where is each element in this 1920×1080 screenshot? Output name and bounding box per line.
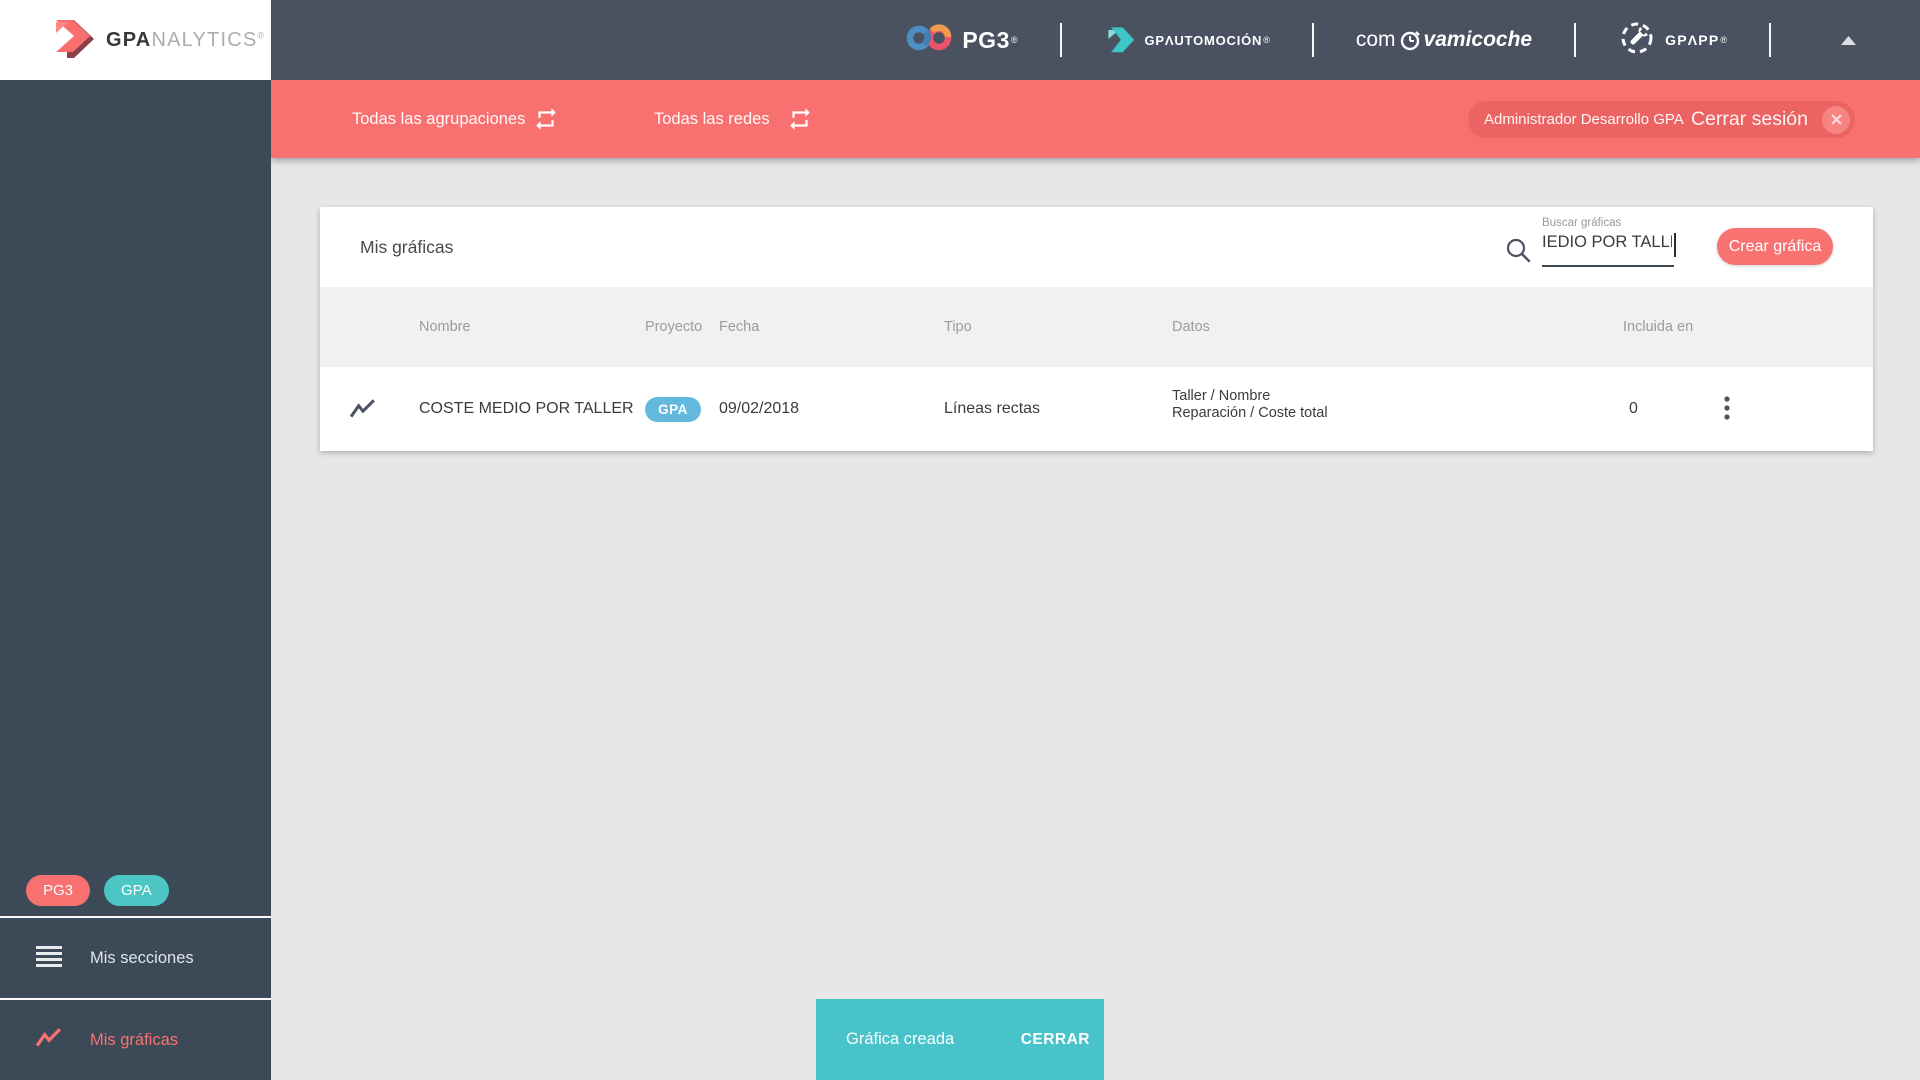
line-chart-icon	[35, 1027, 62, 1053]
gpanalytics-arrow-icon	[48, 14, 96, 67]
sidebar-badges: PG3 GPA	[26, 875, 169, 906]
brand-light: NALYTICS	[151, 28, 258, 51]
snackbar: Gráfica creada CERRAR	[816, 999, 1104, 1080]
graphics-card: Mis gráficas Buscar gráficas Crear gráfi…	[320, 207, 1873, 451]
pg3-logo[interactable]: PG3 ®	[906, 22, 1018, 59]
sidebar-item-mis-graficas[interactable]: Mis gráficas	[0, 1000, 271, 1080]
search-field-label: Buscar gráficas	[1542, 217, 1622, 229]
table-row[interactable]: COSTE MEDIO POR TALLER GPA 09/02/2018 Lí…	[320, 367, 1873, 451]
cell-tipo: Líneas rectas	[944, 400, 1041, 417]
column-header-nombre: Nombre	[419, 319, 471, 335]
comvamicoche-suffix: vamicoche	[1423, 28, 1533, 51]
brand-wordmark: GPANALYTICS®	[106, 29, 265, 52]
column-header-proyecto: Proyecto	[645, 319, 703, 335]
create-chart-button[interactable]: Crear gráfica	[1717, 228, 1833, 265]
gpapp-reg: ®	[1720, 35, 1727, 45]
menu-icon	[36, 945, 62, 972]
groupings-filter[interactable]: Todas las agrupaciones	[352, 80, 525, 158]
snackbar-close-button[interactable]: CERRAR	[1021, 1031, 1090, 1049]
project-badge: GPA	[645, 397, 701, 422]
brand-logo[interactable]: GPANALYTICS®	[0, 0, 271, 80]
badge-gpa[interactable]: GPA	[104, 875, 169, 906]
clock-icon	[1398, 28, 1422, 52]
datos-line-1: Taller / Nombre	[1172, 388, 1271, 404]
badge-gpa-label: GPA	[121, 882, 152, 899]
groupings-filter-label: Todas las agrupaciones	[352, 109, 526, 128]
search-icon[interactable]	[1505, 237, 1531, 268]
badge-pg3[interactable]: PG3	[26, 875, 91, 906]
pg3-infinity-icon	[906, 22, 952, 59]
app-screen: PG3 ® GPΛUTOMOCIÓN ® com vamicoche GPΛPP…	[0, 0, 1920, 1080]
page-title: Mis gráficas	[360, 236, 454, 257]
search-field: Buscar gráficas	[1542, 217, 1676, 267]
topbar-divider	[1311, 23, 1314, 57]
snackbar-message: Gráfica creada	[846, 1030, 955, 1048]
brand-reg: ®	[257, 29, 266, 40]
project-badge-label: GPA	[658, 402, 688, 417]
brand-bold: GPA	[106, 28, 152, 51]
badge-pg3-label: PG3	[43, 882, 74, 899]
logout-button[interactable]: Cerrar sesión	[1691, 108, 1808, 131]
cell-datos: Taller / Nombre Reparación / Coste total	[1172, 388, 1328, 422]
topbar-logos: PG3 ® GPΛUTOMOCIÓN ® com vamicoche GPΛPP…	[906, 0, 1856, 80]
cell-fecha: 09/02/2018	[719, 400, 800, 417]
gpapp-wrench-icon	[1618, 19, 1656, 62]
cell-nombre: COSTE MEDIO POR TALLER	[419, 400, 634, 417]
column-header-tipo: Tipo	[944, 319, 972, 335]
row-menu-kebab-icon[interactable]	[1713, 395, 1741, 423]
cell-incluida-en: 0	[1629, 400, 1638, 417]
datos-line-2: Reparación / Coste total	[1172, 405, 1328, 421]
user-name: Administrador Desarrollo GPA	[1484, 111, 1684, 128]
line-chart-icon	[349, 398, 376, 425]
filter-bar: Todas las agrupaciones Todas las redes A…	[271, 80, 1920, 158]
column-header-fecha: Fecha	[719, 319, 760, 335]
text-cursor	[1674, 233, 1676, 257]
search-input[interactable]	[1542, 233, 1672, 252]
user-session-pill: Administrador Desarrollo GPA Cerrar sesi…	[1468, 101, 1855, 138]
card-header: Mis gráficas Buscar gráficas Crear gráfi…	[320, 207, 1873, 287]
topbar-divider	[1059, 23, 1062, 57]
column-header-datos: Datos	[1172, 319, 1210, 335]
gpautomocion-logo[interactable]: GPΛUTOMOCIÓN ®	[1104, 22, 1270, 59]
comvamicoche-logo[interactable]: com vamicoche	[1356, 28, 1532, 52]
topbar-divider	[1574, 23, 1577, 57]
gpautomocion-arrow-icon	[1104, 22, 1136, 59]
gpautomocion-reg: ®	[1263, 35, 1270, 45]
groupings-swap-icon[interactable]	[533, 106, 559, 132]
sidebar: PG3 GPA Mis secciones Mis gráficas	[0, 80, 271, 1080]
topbar-divider	[1769, 23, 1771, 57]
logout-close-icon[interactable]	[1822, 105, 1850, 134]
collapse-caret-button[interactable]	[1841, 35, 1856, 45]
column-header-incluida: Incluida en	[1623, 319, 1694, 335]
networks-filter-label: Todas las redes	[654, 109, 770, 128]
topbar: PG3 ® GPΛUTOMOCIÓN ® com vamicoche GPΛPP…	[0, 0, 1920, 80]
networks-filter[interactable]: Todas las redes	[654, 80, 770, 158]
table-header: Nombre Proyecto Fecha Tipo Datos Incluid…	[320, 287, 1873, 367]
sidebar-item-label: Mis secciones	[90, 948, 194, 967]
gpapp-logo[interactable]: GPΛPP ®	[1618, 19, 1727, 62]
sidebar-item-label: Mis gráficas	[90, 1030, 179, 1049]
gpautomocion-label: GPΛUTOMOCIÓN	[1144, 32, 1263, 48]
networks-swap-icon[interactable]	[787, 106, 813, 132]
pg3-label: PG3	[962, 26, 1010, 53]
sidebar-item-mis-secciones[interactable]: Mis secciones	[0, 918, 271, 998]
gpapp-label: GPΛPP	[1665, 32, 1720, 48]
comvamicoche-prefix: com	[1355, 28, 1396, 51]
pg3-reg: ®	[1010, 35, 1018, 45]
